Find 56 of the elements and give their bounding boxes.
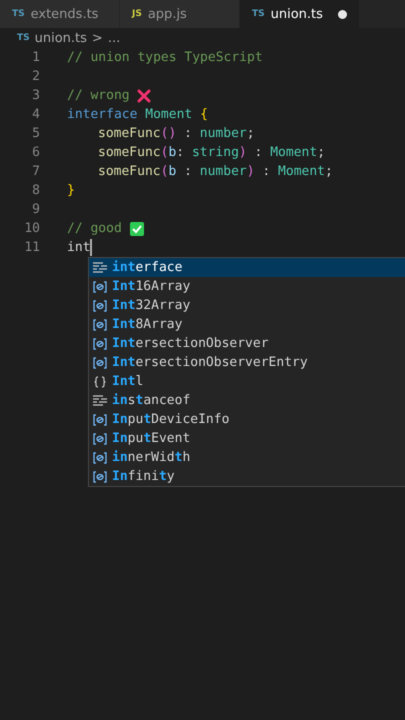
line-number: 7 — [31, 164, 40, 179]
suggestion-item[interactable]: interface — [89, 258, 405, 277]
variable-icon — [93, 338, 107, 350]
suggestion-item[interactable]: InputEvent — [89, 429, 405, 448]
breadcrumb-separator: > — [92, 30, 103, 46]
line-number: 11 — [23, 240, 40, 255]
suggestion-item[interactable]: IntersectionObserverEntry — [89, 353, 405, 372]
code-line: someFunc(b: string) : Moment; — [98, 145, 326, 160]
editor-tab[interactable]: TS extends.ts — [0, 0, 120, 28]
variable-icon — [93, 470, 107, 482]
line-number: 1 — [31, 50, 40, 65]
suggestion-item[interactable]: Int32Array — [89, 296, 405, 315]
line-number: 6 — [31, 145, 40, 160]
check-icon — [130, 222, 144, 236]
line-number: 3 — [31, 88, 40, 103]
suggestion-item[interactable]: IntersectionObserver — [89, 334, 405, 353]
file-type-icon: TS — [252, 9, 265, 19]
line-number: 4 — [31, 107, 40, 122]
variable-icon — [93, 300, 107, 312]
line-number: 10 — [23, 221, 40, 236]
line-number: 9 — [31, 202, 40, 217]
file-type-icon: TS — [17, 33, 30, 43]
variable-icon — [93, 318, 107, 330]
code-line: // union types TypeScript — [67, 50, 263, 65]
code-line: someFunc(b : number) : Moment; — [98, 164, 333, 179]
suggestion-item[interactable]: InputDeviceInfo — [89, 410, 405, 429]
keyword-icon — [93, 394, 107, 406]
keyword-icon — [93, 262, 107, 274]
suggestion-item[interactable]: Intl — [89, 372, 405, 391]
cross-icon — [137, 88, 152, 102]
code-line: int — [67, 240, 90, 255]
variable-icon — [93, 452, 107, 464]
module-icon — [93, 376, 107, 388]
suggestion-item[interactable]: Int16Array — [89, 277, 405, 296]
suggestion-item[interactable]: innerWidth — [89, 448, 405, 467]
code-line: someFunc() : number; — [98, 126, 255, 141]
breadcrumb-item[interactable]: union.ts — [34, 30, 87, 46]
editor-tab[interactable]: JS app.js — [120, 0, 240, 28]
file-type-icon: TS — [12, 9, 25, 19]
suggestion-item[interactable]: instanceof — [89, 391, 405, 410]
file-type-icon: JS — [132, 9, 142, 19]
code-line: // wrong — [67, 88, 131, 103]
code-line: interface Moment { — [67, 107, 208, 122]
variable-icon — [93, 432, 107, 444]
variable-icon — [93, 280, 107, 292]
editor-tab[interactable]: TS union.ts — [240, 0, 360, 28]
code-line: // good — [67, 221, 123, 236]
line-number: 8 — [31, 183, 40, 198]
suggestion-item[interactable]: Int8Array — [89, 315, 405, 334]
line-number: 5 — [31, 126, 40, 141]
breadcrumb-item[interactable]: ... — [108, 30, 120, 46]
suggestion-item[interactable]: Infinity — [89, 467, 405, 486]
variable-icon — [93, 414, 107, 426]
line-number: 2 — [31, 69, 40, 84]
variable-icon — [93, 356, 107, 368]
code-line: } — [67, 183, 75, 198]
